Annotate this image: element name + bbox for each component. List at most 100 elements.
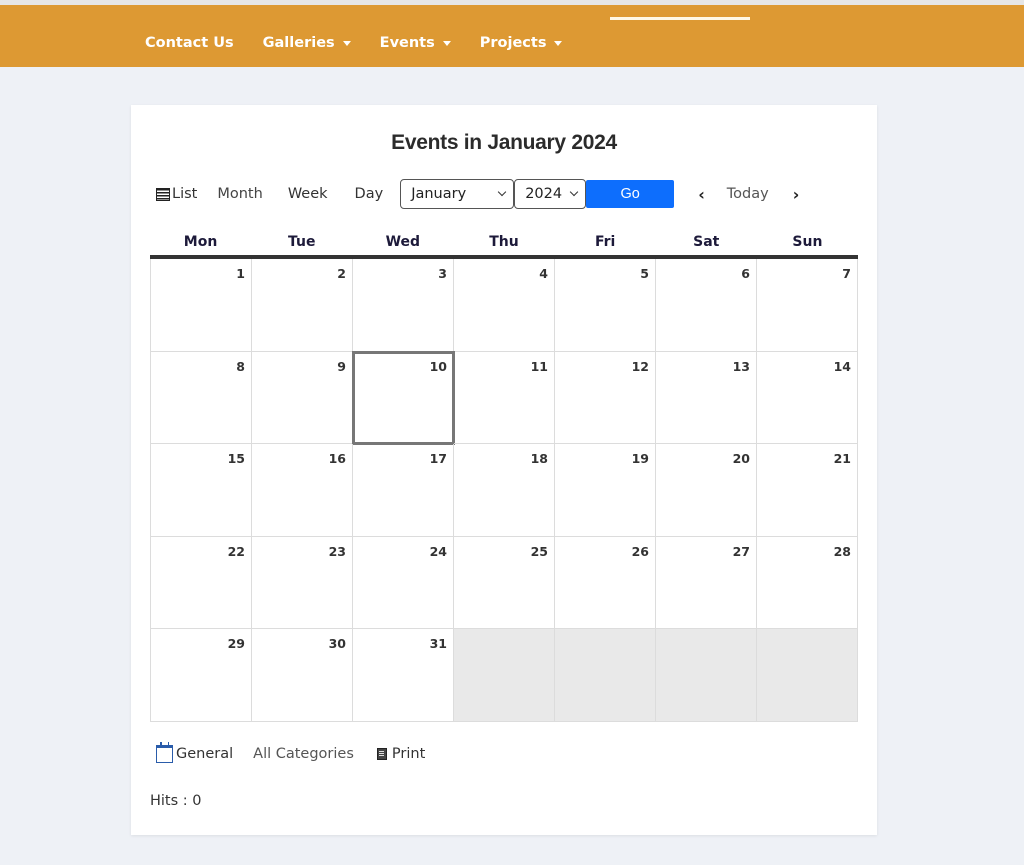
nav-item-projects[interactable]: Projects: [480, 35, 563, 51]
day-cell[interactable]: 13: [656, 351, 757, 444]
day-number[interactable]: 26: [632, 544, 649, 559]
view-day-button[interactable]: Day: [355, 186, 384, 202]
day-cell[interactable]: 30: [252, 629, 353, 722]
day-cell[interactable]: 22: [151, 536, 252, 629]
day-number[interactable]: 18: [531, 451, 548, 466]
day-number[interactable]: 9: [337, 359, 346, 374]
day-cell-today[interactable]: 10: [352, 350, 455, 445]
view-month-button[interactable]: Month: [217, 186, 262, 202]
day-number[interactable]: 2: [337, 266, 346, 281]
all-categories-link[interactable]: All Categories: [253, 746, 354, 762]
day-cell[interactable]: 19: [555, 444, 656, 537]
day-number[interactable]: 6: [741, 266, 750, 281]
day-cell[interactable]: 29: [151, 629, 252, 722]
day-number[interactable]: 20: [733, 451, 750, 466]
go-button[interactable]: Go: [586, 180, 675, 208]
day-cell[interactable]: 5: [555, 259, 656, 352]
empty-day-cell: [656, 629, 757, 722]
day-cell[interactable]: 17: [353, 444, 454, 537]
nav-item-contact-us[interactable]: Contact Us: [145, 35, 234, 51]
view-week-button[interactable]: Week: [288, 186, 328, 202]
nav-item-label: Projects: [479, 35, 547, 51]
day-cell[interactable]: 21: [757, 444, 858, 537]
day-number[interactable]: 23: [329, 544, 346, 559]
nav-item-galleries[interactable]: Galleries: [263, 35, 351, 51]
day-cell[interactable]: 6: [656, 259, 757, 352]
day-number[interactable]: 11: [531, 359, 548, 374]
nav-item-events[interactable]: Events: [380, 35, 451, 51]
view-list-label: List: [172, 186, 198, 202]
day-number[interactable]: 8: [236, 359, 245, 374]
day-cell[interactable]: 15: [151, 444, 252, 537]
day-cell[interactable]: 12: [555, 351, 656, 444]
nav-item-label: Events: [379, 35, 435, 51]
day-number[interactable]: 3: [438, 266, 447, 281]
day-number[interactable]: 17: [430, 451, 447, 466]
day-number[interactable]: 14: [834, 359, 851, 374]
day-cell[interactable]: 27: [656, 536, 757, 629]
weekday-label: Fri: [594, 234, 616, 250]
day-number[interactable]: 13: [733, 359, 750, 374]
day-number[interactable]: 28: [834, 544, 851, 559]
nav-item-label: Contact Us: [145, 35, 234, 51]
day-number[interactable]: 7: [842, 266, 851, 281]
day-number[interactable]: 29: [228, 636, 245, 651]
day-number[interactable]: 21: [834, 451, 851, 466]
day-cell[interactable]: 8: [151, 351, 252, 444]
caret-down-icon: [442, 40, 451, 46]
view-list-button[interactable]: List: [156, 186, 197, 202]
category-legend-general[interactable]: General: [156, 742, 234, 763]
day-number[interactable]: 22: [228, 544, 245, 559]
prev-month-icon[interactable]: ‹: [698, 185, 705, 204]
day-cell[interactable]: 11: [454, 351, 555, 444]
day-number[interactable]: 5: [640, 266, 649, 281]
year-select-value: 2024: [525, 186, 563, 202]
caret-down-icon: [342, 40, 351, 46]
day-cell[interactable]: 28: [757, 536, 858, 629]
day-number[interactable]: 16: [329, 451, 346, 466]
print-button[interactable]: Print: [376, 746, 426, 762]
today-button[interactable]: Today: [727, 186, 769, 202]
empty-day-cell: [757, 629, 858, 722]
day-cell[interactable]: 9: [252, 351, 353, 444]
weekday-label: Sun: [792, 234, 823, 250]
day-cell[interactable]: 7: [757, 259, 858, 352]
next-month-icon[interactable]: ›: [793, 185, 800, 204]
day-cell[interactable]: 20: [656, 444, 757, 537]
day-number[interactable]: 19: [632, 451, 649, 466]
day-cell[interactable]: 23: [252, 536, 353, 629]
category-label: General: [176, 746, 234, 762]
day-cell[interactable]: 2: [252, 259, 353, 352]
caret-down-icon: [554, 40, 563, 46]
week-row: 1 2 3 4 5 6 7: [151, 259, 858, 352]
weekday-label: Mon: [183, 234, 218, 250]
day-cell[interactable]: 24: [353, 536, 454, 629]
page-title: Events in January 2024: [391, 131, 617, 154]
weekday-label: Sat: [693, 234, 720, 250]
print-label: Print: [391, 746, 426, 762]
day-cell[interactable]: 25: [454, 536, 555, 629]
day-cell[interactable]: 26: [555, 536, 656, 629]
day-cell[interactable]: 18: [454, 444, 555, 537]
day-number[interactable]: 10: [430, 359, 447, 374]
day-number[interactable]: 1: [236, 266, 245, 281]
day-number[interactable]: 24: [430, 544, 447, 559]
day-number[interactable]: 15: [228, 451, 245, 466]
day-cell[interactable]: 31: [353, 629, 454, 722]
month-select[interactable]: January: [400, 179, 515, 209]
day-cell[interactable]: 1: [151, 259, 252, 352]
day-number[interactable]: 31: [430, 636, 447, 651]
nav-menu: Contact Us Galleries Events Projects: [145, 35, 591, 51]
weekday-label: Tue: [287, 234, 316, 250]
day-number[interactable]: 12: [632, 359, 649, 374]
day-number[interactable]: 4: [539, 266, 548, 281]
day-cell[interactable]: 3: [353, 259, 454, 352]
day-cell[interactable]: 4: [454, 259, 555, 352]
day-cell[interactable]: 16: [252, 444, 353, 537]
day-number[interactable]: 25: [531, 544, 548, 559]
day-cell[interactable]: 14: [757, 351, 858, 444]
calendar-body: 1 2 3 4 5 6 7 8 9 10 11 12 13 14 15 16 17 18 19 20 21 22 23 24 2…: [150, 259, 858, 722]
day-number[interactable]: 30: [329, 636, 346, 651]
day-number[interactable]: 27: [733, 544, 750, 559]
year-select[interactable]: 2024: [514, 179, 587, 209]
